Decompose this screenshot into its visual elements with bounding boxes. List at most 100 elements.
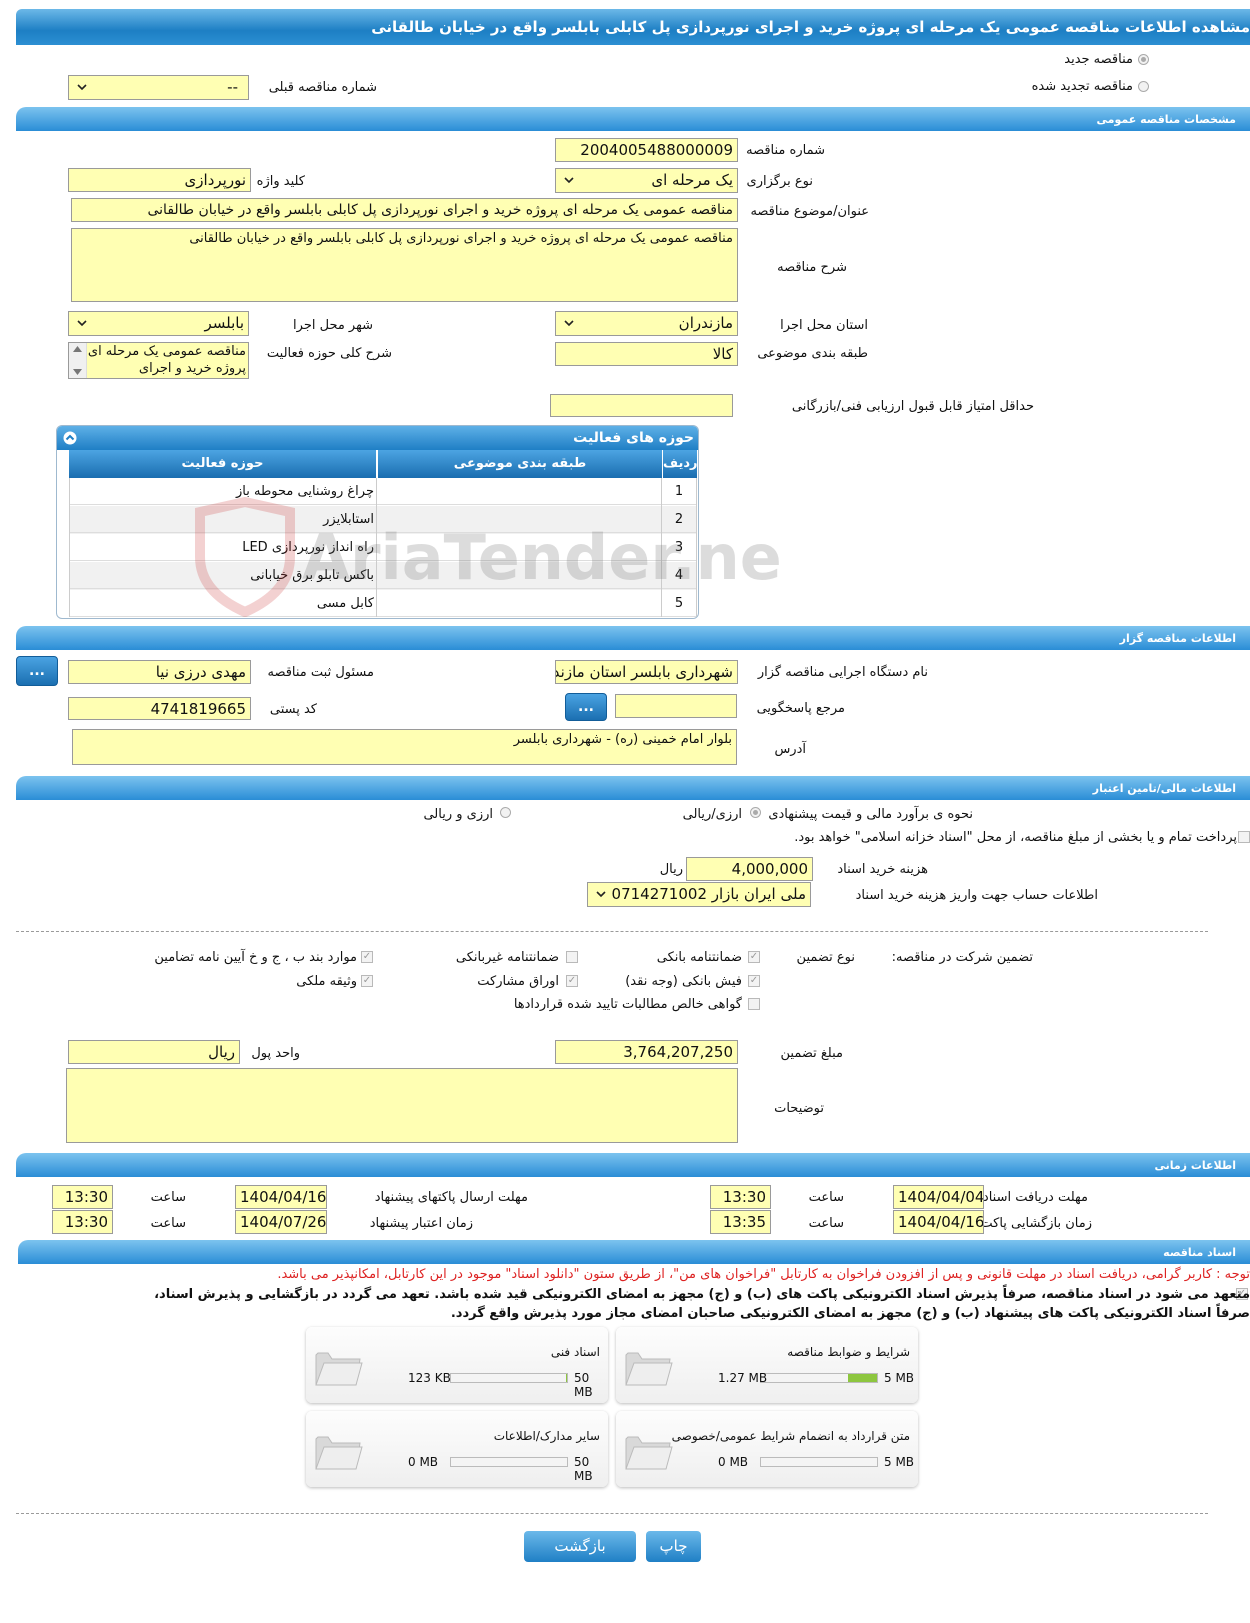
- min-score-field[interactable]: [550, 394, 733, 417]
- doc-name: سایر مدارک/اطلاعات: [493, 1429, 600, 1443]
- divider: [16, 931, 1208, 932]
- doc-max-size: 50 MB: [574, 1455, 593, 1483]
- bonds-label: اوراق مشارکت: [477, 974, 559, 989]
- chevron-down-icon: [596, 891, 606, 898]
- send-date[interactable]: 1404/04/16: [235, 1185, 327, 1209]
- doc-max-size: 5 MB: [884, 1455, 915, 1469]
- radio-new-tender[interactable]: [1138, 54, 1149, 65]
- reference-select-button[interactable]: ...: [565, 693, 607, 721]
- bonds-checkbox[interactable]: ✓: [566, 975, 578, 987]
- doc-card[interactable]: سایر مدارک/اطلاعات 0 MB 50 MB: [306, 1411, 608, 1487]
- radio-new-label: مناقصه جدید: [1064, 52, 1133, 67]
- doc-progress: [760, 1457, 878, 1467]
- send-time-label: ساعت: [150, 1190, 186, 1205]
- receive-time-label: ساعت: [808, 1190, 844, 1205]
- validity-time[interactable]: 13:30: [52, 1210, 113, 1234]
- doc-progress: [450, 1373, 568, 1383]
- activities-panel: حوزه های فعالیت حوزه فعالیت طبقه بندی مو…: [56, 425, 699, 619]
- back-button[interactable]: بازگشت: [524, 1531, 636, 1562]
- subject-label: عنوان/موضوع مناقصه: [750, 204, 869, 219]
- radio-currency-label: ارزی/ریالی: [682, 807, 742, 822]
- chevron-down-icon: [77, 84, 87, 91]
- currency-field[interactable]: ریال: [68, 1040, 240, 1064]
- doc-size: 123 KB: [408, 1371, 451, 1385]
- type-select[interactable]: یک مرحله ای: [555, 168, 738, 193]
- clauses-label: موارد بند ب ، ج و خ آیین نامه تضامین: [154, 950, 357, 965]
- registrar-field[interactable]: مهدی درزی نیا: [68, 660, 251, 684]
- scroll-up-icon: [73, 346, 82, 352]
- col-activity[interactable]: حوزه فعالیت: [69, 450, 376, 478]
- send-time[interactable]: 13:30: [52, 1185, 113, 1209]
- account-select[interactable]: ملی ایران بازار 0714271002: [587, 882, 811, 907]
- postal-label: کد پستی: [269, 702, 317, 717]
- province-select[interactable]: مازندران: [555, 311, 738, 336]
- col-category[interactable]: طبقه بندی موضوعی: [377, 450, 662, 478]
- receive-date[interactable]: 1404/04/04: [893, 1185, 984, 1209]
- address-label: آدرس: [774, 742, 806, 757]
- doc-max-size: 5 MB: [884, 1371, 915, 1385]
- activity-row-category: [377, 478, 661, 505]
- bank-guarantee-checkbox[interactable]: ✓: [748, 951, 760, 963]
- bank-receipt-checkbox[interactable]: ✓: [748, 975, 760, 987]
- activity-row-number: 3: [662, 534, 696, 561]
- non-bank-guarantee-checkbox[interactable]: [566, 951, 578, 963]
- activity-row-activity: کابل مسی: [69, 590, 376, 617]
- prev-number-select[interactable]: --: [68, 75, 249, 100]
- open-date[interactable]: 1404/04/16: [893, 1210, 984, 1234]
- notes-label: توضیحات: [774, 1101, 824, 1116]
- open-time[interactable]: 13:35: [710, 1210, 771, 1234]
- page-title-bar: مشاهده اطلاعات مناقصه عمومی یک مرحله ای …: [16, 9, 1250, 45]
- certificate-checkbox[interactable]: [748, 998, 760, 1010]
- description-field[interactable]: مناقصه عمومی یک مرحله ای پروژه خرید و اج…: [71, 228, 738, 302]
- activity-row-activity: چراغ روشنایی محوطه باز: [69, 478, 376, 505]
- doc-card[interactable]: شرایط و ضوابط مناقصه 1.27 MB 5 MB: [616, 1327, 918, 1403]
- account-label: اطلاعات حساب جهت واریز هزینه خرید اسناد: [855, 888, 1098, 903]
- activity-row-number: 5: [662, 590, 696, 617]
- registrar-select-button[interactable]: ...: [16, 656, 58, 686]
- doc-fee-field[interactable]: 4,000,000: [686, 857, 813, 881]
- address-field[interactable]: بلوار امام خمینی (ره) - شهرداری بابلسر: [72, 729, 737, 765]
- receive-time[interactable]: 13:30: [710, 1185, 771, 1209]
- activity-desc-box[interactable]: مناقصه عمومی یک مرحله ای پروژه خرید و اج…: [68, 342, 249, 379]
- reference-label: مرجع پاسخگویی: [756, 701, 845, 716]
- subject-field[interactable]: مناقصه عمومی یک مرحله ای پروژه خرید و اج…: [71, 198, 738, 222]
- activity-row-number: 4: [662, 562, 696, 589]
- doc-card[interactable]: متن قرارداد به انضمام شرایط عمومی/خصوصی 0…: [616, 1411, 918, 1487]
- chevron-down-icon: [77, 320, 87, 327]
- validity-time-label: ساعت: [150, 1216, 186, 1231]
- postal-field[interactable]: 4741819665: [68, 697, 251, 720]
- section-finance: اطلاعات مالی/تامین اعتبار: [16, 776, 1250, 800]
- col-row[interactable]: ردیف: [662, 450, 698, 478]
- treasury-checkbox[interactable]: [1238, 831, 1250, 843]
- amount-field[interactable]: 3,764,207,250: [555, 1040, 738, 1064]
- tender-number-field[interactable]: 2004005488000009: [555, 138, 738, 162]
- section-docs: اسناد مناقصه: [18, 1240, 1250, 1264]
- non-bank-guarantee-label: ضمانتنامه غیربانکی: [455, 950, 559, 965]
- clauses-checkbox[interactable]: ✓: [361, 951, 373, 963]
- keyword-label: کلید واژه: [256, 174, 305, 189]
- notes-field[interactable]: [66, 1068, 738, 1143]
- type-label: نوع برگزاری: [746, 174, 813, 189]
- radio-currency-rial[interactable]: [500, 807, 511, 818]
- activity-row-number: 2: [662, 506, 696, 533]
- scrollbar[interactable]: [69, 343, 87, 378]
- city-select[interactable]: بابلسر: [68, 311, 249, 336]
- activity-row-category: [377, 506, 661, 533]
- province-label: استان محل اجرا: [780, 318, 868, 333]
- commit-line1: متعهد می شود در اسناد مناقصه، صرفاً پذیر…: [154, 1287, 1250, 1302]
- receive-label: مهلت دریافت اسناد: [982, 1190, 1088, 1205]
- org-field[interactable]: شهرداری بابلسر استان مازندران: [555, 660, 738, 684]
- reference-field[interactable]: [615, 694, 737, 718]
- radio-currency[interactable]: [750, 807, 761, 818]
- doc-size: 1.27 MB: [718, 1371, 768, 1385]
- radio-renewed-tender[interactable]: [1138, 81, 1149, 92]
- doc-card[interactable]: اسناد فنی 123 KB 50 MB: [306, 1327, 608, 1403]
- guarantee-label: تضمین شرکت در مناقصه:: [891, 950, 1033, 965]
- keyword-field[interactable]: نورپردازی: [68, 168, 251, 192]
- collapse-icon[interactable]: [63, 431, 77, 445]
- tender-number-label: شماره مناقصه: [746, 143, 825, 158]
- print-button[interactable]: چاپ: [646, 1531, 701, 1562]
- category-field[interactable]: کالا: [555, 342, 738, 366]
- property-checkbox[interactable]: ✓: [361, 975, 373, 987]
- validity-date[interactable]: 1404/07/26: [235, 1210, 327, 1234]
